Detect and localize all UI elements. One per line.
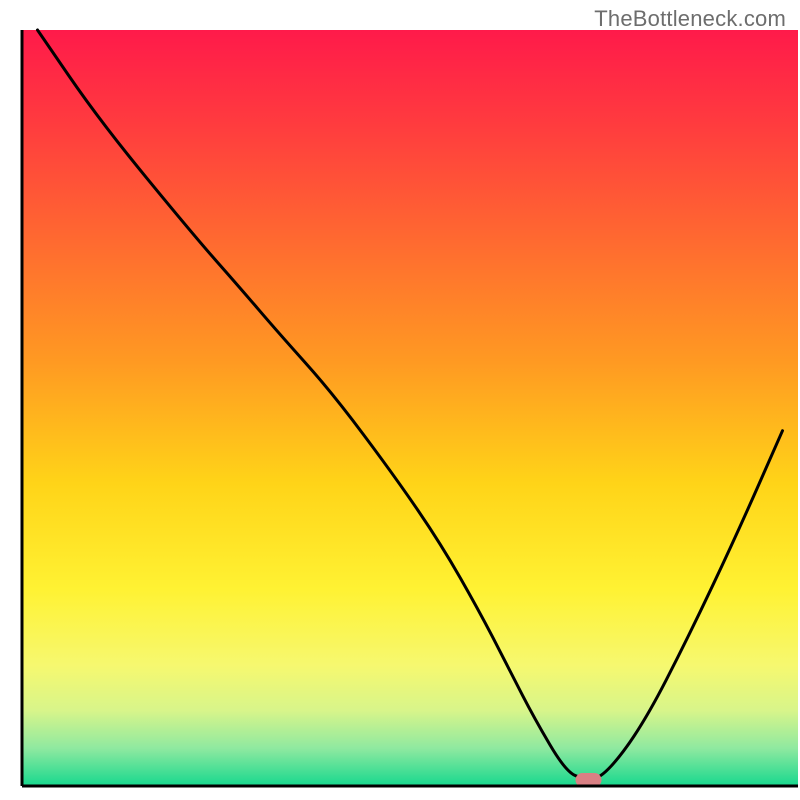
bottleneck-chart <box>0 0 800 800</box>
chart-background <box>22 30 798 786</box>
watermark-text: TheBottleneck.com <box>594 6 786 32</box>
chart-container: TheBottleneck.com <box>0 0 800 800</box>
